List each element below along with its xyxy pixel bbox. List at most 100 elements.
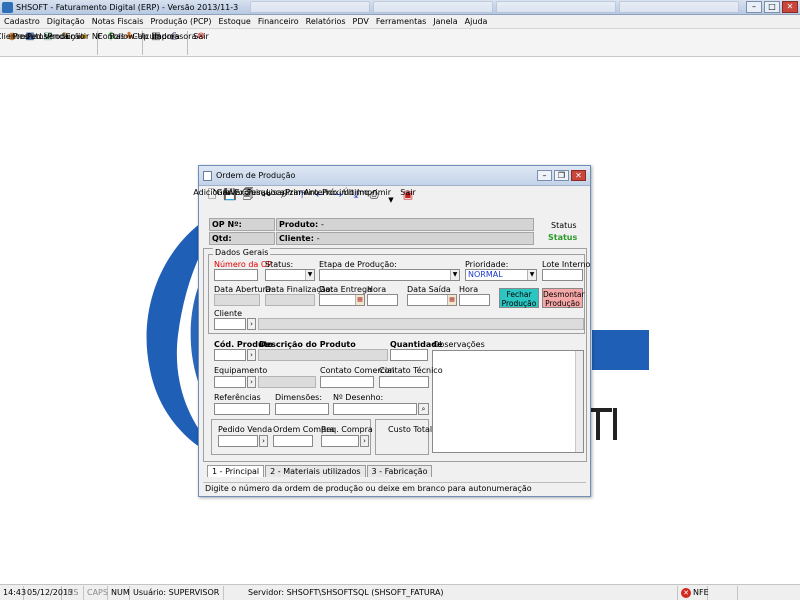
cliente-input[interactable] (214, 318, 246, 330)
etapa-select[interactable]: ▼ (319, 269, 460, 281)
sair-button[interactable]: ⊗ Sair (192, 29, 210, 43)
status-nfe-label: NFE (693, 587, 709, 597)
produto-header-label: Produto: (279, 220, 319, 229)
page-tabs: 1 - Principal 2 - Materiais utilizados 3… (207, 465, 433, 477)
pedido-venda-input[interactable] (218, 435, 258, 447)
tab-fabricacao[interactable]: 3 - Fabricação (366, 465, 433, 477)
data-entrega-input[interactable]: ▦ (319, 294, 365, 306)
taskbar-tab[interactable] (373, 1, 493, 13)
cliente-lookup-button[interactable]: › (247, 318, 256, 330)
menu-financeiro[interactable]: Financeiro (258, 17, 299, 26)
child-window-controls: – ❐ ✕ (537, 170, 586, 181)
desmontar-producao-button[interactable]: Desmontar Produção (542, 288, 585, 308)
observacoes-scrollbar[interactable] (575, 351, 583, 452)
calendar-icon[interactable]: ▦ (447, 295, 456, 305)
req-compra-input[interactable] (321, 435, 359, 447)
status-field-label: Status: (265, 260, 294, 269)
menu-ajuda[interactable]: Ajuda (465, 17, 488, 26)
equipamento-desc-input (258, 376, 316, 388)
status-empty-1 (708, 585, 738, 600)
search-icon: ⌕ (421, 405, 426, 413)
referencias-input[interactable] (214, 403, 270, 415)
desenho-label: Nº Desenho: (333, 393, 384, 402)
produto-lookup-button[interactable]: › (247, 349, 256, 361)
taskbar-tab[interactable] (496, 1, 616, 13)
sair-child-button[interactable]: ▣ Sair (399, 187, 417, 215)
close-icon[interactable]: ✕ (571, 170, 586, 181)
emitir-nf-button[interactable]: ▰ Emitir NF (66, 29, 103, 43)
maximize-icon[interactable]: □ (764, 1, 780, 13)
pedido-venda-label: Pedido Venda (218, 425, 273, 434)
quantidade-input[interactable] (390, 349, 428, 361)
minimize-icon[interactable]: – (746, 1, 762, 13)
qtd-label: Qtd: (212, 234, 232, 243)
menu-janela[interactable]: Janela (433, 17, 457, 26)
child-titlebar: Ordem de Produção – ❐ ✕ (199, 166, 590, 186)
child-title: Ordem de Produção (216, 171, 296, 180)
restore-icon[interactable]: ❐ (554, 170, 569, 181)
hora-entrega-input[interactable] (367, 294, 398, 306)
status-time: 14:43 (0, 585, 26, 600)
menu-ferramentas[interactable]: Ferramentas (376, 17, 426, 26)
taskbar-tab[interactable] (619, 1, 739, 13)
taskbar-tab[interactable] (250, 1, 370, 13)
equipamento-lookup-button[interactable]: › (247, 376, 256, 388)
numero-op-label: Número da OP (214, 260, 272, 269)
chevron-down-icon: ▼ (527, 270, 536, 280)
impressora-button[interactable]: ⎙ Impressora (152, 29, 197, 43)
op-number-label: OP Nº: (212, 220, 242, 229)
desenho-input[interactable] (333, 403, 417, 415)
equipamento-input[interactable] (214, 376, 246, 388)
cliente-nome-input (258, 318, 584, 330)
etapa-label: Etapa de Produção: (319, 260, 397, 269)
menu-digitacao[interactable]: Digitação (47, 17, 85, 26)
hora-saida-input[interactable] (459, 294, 490, 306)
imprimir-button[interactable]: ⎙ Imprimir (357, 187, 391, 215)
req-compra-lookup-button[interactable]: › (360, 435, 369, 447)
menu-pdv[interactable]: PDV (353, 17, 369, 26)
fechar-producao-button[interactable]: Fechar Produção (499, 288, 539, 308)
close-icon[interactable]: ✕ (782, 1, 798, 13)
numero-op-input[interactable] (214, 269, 258, 281)
observacoes-textarea[interactable] (432, 350, 584, 453)
tab-materiais[interactable]: 2 - Materiais utilizados (265, 465, 366, 477)
descricao-produto-input (258, 349, 388, 361)
menu-producao[interactable]: Produção (PCP) (150, 17, 211, 26)
status-badge: Status (548, 233, 578, 242)
hora-entrega-label: Hora (367, 285, 387, 294)
contato-tecnico-input[interactable] (379, 376, 429, 388)
op-number-box: OP Nº: (209, 218, 275, 231)
status-nfe[interactable]: ✕ NFE (678, 585, 709, 600)
menu-cadastro[interactable]: Cadastro (4, 17, 40, 26)
minimize-icon[interactable]: – (537, 170, 552, 181)
cliente-label: Cliente (214, 309, 243, 318)
pedido-venda-lookup-button[interactable]: › (259, 435, 268, 447)
dimensoes-label: Dimensões: (275, 393, 323, 402)
contato-comercial-input[interactable] (320, 376, 374, 388)
custo-total-label: Custo Total (388, 425, 433, 434)
nfe-error-icon: ✕ (681, 587, 691, 598)
qtd-box: Qtd: (209, 232, 275, 245)
menu-estoque[interactable]: Estoque (219, 17, 251, 26)
dimensoes-input[interactable] (275, 403, 329, 415)
cliente-header-value: - (316, 234, 320, 243)
menu-bar: Cadastro Digitação Notas Fiscais Produçã… (0, 15, 800, 29)
status-empty-2 (738, 586, 768, 600)
cod-produto-input[interactable] (214, 349, 246, 361)
ordem-compra-input[interactable] (273, 435, 313, 447)
menu-notas-fiscais[interactable]: Notas Fiscais (92, 17, 144, 26)
tab-principal[interactable]: 1 - Principal (207, 465, 265, 477)
status-select[interactable]: ▼ (265, 269, 315, 281)
prioridade-select[interactable]: NORMAL ▼ (465, 269, 537, 281)
prioridade-label: Prioridade: (465, 260, 509, 269)
desenho-search-button[interactable]: ⌕ (418, 403, 429, 415)
cliente-header-label: Cliente: (279, 234, 314, 243)
chevron-down-icon: ▼ (450, 270, 459, 280)
lote-input[interactable] (542, 269, 583, 281)
sair-label: Sair (193, 32, 209, 41)
menu-relatorios[interactable]: Relatórios (306, 17, 346, 26)
status-num: NUM (108, 585, 130, 600)
status-label: Status (551, 221, 577, 230)
data-saida-input[interactable]: ▦ (407, 294, 457, 306)
calendar-icon[interactable]: ▦ (355, 295, 364, 305)
